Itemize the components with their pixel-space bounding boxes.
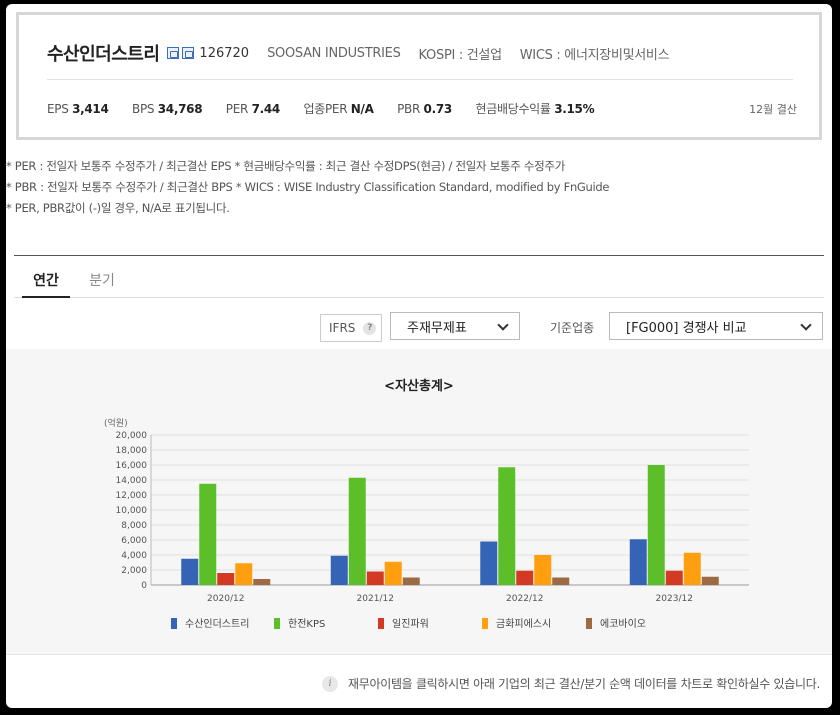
ifrs-label: IFRS ? [320, 314, 382, 342]
market-sector: KOSPI : 건설업 [418, 47, 503, 63]
bar [647, 465, 665, 585]
legend-swatch [274, 618, 280, 629]
bar [235, 563, 253, 585]
ir-icon[interactable] [182, 47, 195, 59]
chevron-down-icon [800, 319, 812, 331]
bar [217, 573, 235, 585]
legend-label: 일진파워 [392, 617, 429, 630]
legend-label: 수산인더스트리 [185, 618, 249, 630]
bar [552, 577, 570, 585]
info-icon: i [321, 675, 338, 692]
bar [330, 555, 348, 585]
company-name: 수산인더스트리 [47, 44, 160, 65]
y-tick-label: 8,000 [121, 521, 147, 531]
section-divider [14, 255, 824, 256]
industry-select[interactable]: [FG000] 경쟁사 비교 [609, 312, 823, 340]
legend-swatch [171, 618, 177, 629]
metric-industry-per: 업종PER N/A [303, 102, 374, 116]
bar [629, 539, 647, 585]
y-axis-label: (억원) [104, 417, 128, 429]
chart-controls: IFRS ? 주재무제표 기준업종 [FG000] 경쟁사 비교 [6, 312, 832, 342]
page-frame: 수산인더스트리 126720 SOOSAN INDUSTRIES KOSPI :… [6, 4, 832, 708]
bar [402, 577, 420, 585]
x-tick-label: 2022/12 [506, 594, 543, 604]
y-tick-label: 20,000 [116, 431, 148, 441]
bar [534, 555, 552, 585]
legend-swatch [482, 618, 488, 629]
tab-quarterly[interactable]: 분기 [78, 270, 126, 298]
footnote-line: * PBR : 전일자 보통주 수정주가 / 최근결산 BPS * WICS :… [6, 180, 610, 194]
metric-eps: EPS 3,414 [47, 102, 109, 116]
x-tick-label: 2023/12 [656, 594, 693, 604]
y-tick-label: 18,000 [116, 446, 148, 456]
x-tick-label: 2021/12 [357, 594, 394, 604]
bar [348, 477, 366, 585]
bar [366, 571, 384, 585]
company-title-row: 수산인더스트리 126720 SOOSAN INDUSTRIES KOSPI :… [47, 42, 670, 65]
footer-divider [6, 654, 832, 655]
chevron-down-icon [497, 319, 509, 331]
y-tick-label: 10,000 [116, 506, 148, 516]
y-tick-label: 4,000 [121, 551, 147, 561]
bar [516, 570, 534, 585]
metric-per: PER 7.44 [225, 102, 281, 116]
bar [665, 570, 683, 585]
y-tick-label: 16,000 [116, 461, 148, 471]
legend-label: 한전KPS [288, 618, 325, 630]
bar [199, 483, 217, 585]
bar [253, 579, 271, 585]
company-summary-box: 수산인더스트리 126720 SOOSAN INDUSTRIES KOSPI :… [16, 12, 822, 140]
bar [384, 561, 402, 585]
legend-label: 에코바이오 [600, 618, 646, 630]
y-tick-label: 14,000 [116, 476, 148, 486]
metric-bps: BPS 34,768 [132, 102, 203, 116]
bar [683, 552, 701, 585]
wics-sector: WICS : 에너지장비및서비스 [519, 47, 670, 63]
closing-month: 12월 결산 [749, 103, 797, 116]
company-code: 126720 [199, 45, 250, 61]
y-tick-label: 2,000 [121, 566, 147, 576]
industry-label: 기준업종 [550, 321, 595, 335]
legend-label: 금화피에스시 [496, 618, 551, 630]
y-tick-label: 6,000 [121, 536, 147, 546]
bar [498, 467, 516, 585]
footnotes: * PER : 전일자 보통주 수정주가 / 최근결산 EPS * 현금배당수익… [6, 156, 610, 219]
metric-dividend-yield: 현금배당수익률 3.15% [475, 102, 595, 116]
summary-divider [47, 79, 793, 80]
metric-pbr: PBR 0.73 [397, 102, 452, 116]
metrics-row: EPS 3,414 BPS 34,768 PER 7.44 업종PER N/A … [47, 100, 614, 117]
footnote-line: * PER : 전일자 보통주 수정주가 / 최근결산 EPS * 현금배당수익… [6, 159, 565, 173]
bar [181, 558, 199, 585]
legend-swatch [378, 618, 384, 629]
total-assets-chart: 0 2,000 4,000 6,000 8,000 10,000 12,000 14,000 1… [104, 417, 749, 630]
chart-area: <자산총계> 0 2,000 4,000 6,000 8,000 10,000 12,000… [6, 349, 832, 654]
footer-text: 재무아이템을 클릭하시면 아래 기업의 최근 결산/분기 순액 데이터를 차트로… [347, 677, 820, 691]
footer-hint: i 재무아이템을 클릭하시면 아래 기업의 최근 결산/분기 순액 데이터를 차… [321, 675, 820, 692]
y-tick-label: 0 [141, 581, 147, 591]
footnote-line: * PER, PBR값이 (-)일 경우, N/A로 표기됩니다. [6, 201, 230, 215]
statement-select[interactable]: 주재무제표 [390, 312, 520, 340]
company-english-name: SOOSAN INDUSTRIES [267, 45, 401, 61]
bar [480, 541, 498, 585]
legend-swatch [586, 618, 592, 629]
home-icon[interactable] [167, 47, 180, 59]
help-icon[interactable]: ? [363, 321, 377, 335]
period-tabs: 연간 분기 [14, 262, 824, 298]
tab-annual[interactable]: 연간 [22, 270, 70, 298]
bar [701, 576, 719, 585]
y-tick-label: 12,000 [116, 491, 148, 501]
x-tick-label: 2020/12 [207, 594, 244, 604]
